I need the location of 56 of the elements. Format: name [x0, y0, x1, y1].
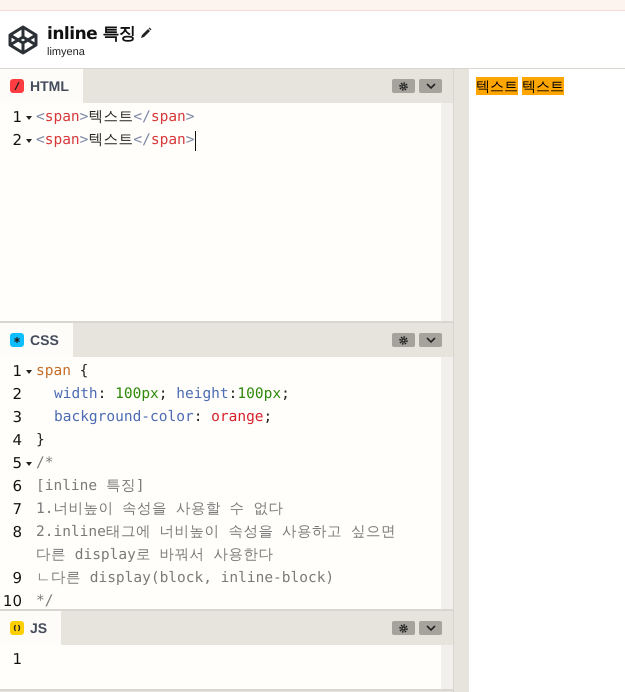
line-number: 1	[11, 361, 22, 382]
settings-icon	[398, 622, 409, 634]
code-line: /*	[36, 454, 54, 473]
line-number: 3	[11, 407, 22, 428]
settings-button[interactable]	[392, 621, 415, 635]
settings-icon	[398, 334, 409, 346]
language-icon	[10, 333, 24, 347]
code-line: <span>텍스트</span>	[36, 131, 195, 150]
settings-button[interactable]	[392, 333, 415, 347]
scrollbar-track[interactable]	[441, 103, 453, 321]
line-number: 4	[11, 430, 22, 451]
fold-arrow-icon[interactable]	[26, 370, 32, 374]
fold-arrow-icon[interactable]	[26, 139, 32, 143]
code-line: [inline 특징]	[36, 477, 145, 496]
code-line: span {	[36, 362, 88, 381]
chevron-down-icon	[424, 82, 436, 90]
chevron-down-icon	[424, 336, 436, 344]
line-number: 1	[11, 649, 22, 670]
code-line: }	[36, 431, 45, 450]
code-line: */	[36, 592, 54, 609]
dropdown-button[interactable]	[419, 79, 442, 93]
settings-button[interactable]	[392, 79, 415, 93]
editor-tab[interactable]: HTML	[0, 69, 83, 103]
preview-text: 텍스트	[522, 77, 564, 95]
fold-arrow-icon[interactable]	[26, 462, 32, 466]
line-number: 5	[11, 453, 22, 474]
fold-arrow-icon[interactable]	[26, 116, 32, 120]
language-icon	[10, 79, 24, 93]
scrollbar-track[interactable]	[441, 645, 453, 689]
language-icon	[10, 621, 24, 635]
line-number: 10	[2, 591, 22, 609]
line-number: 1	[11, 107, 22, 128]
pen-title: inline 특징	[47, 22, 136, 44]
line-number: 6	[11, 476, 22, 497]
code-line: background-color: orange;	[53, 408, 272, 427]
editor-tab[interactable]: CSS	[0, 323, 73, 357]
code-line: 2.inline태그에 너비높이 속성을 사용하고 싶으면 다른 display로 바꿔서 사용한다	[36, 523, 397, 565]
settings-icon	[398, 80, 409, 92]
line-number: 2	[11, 130, 22, 151]
chevron-down-icon	[424, 624, 436, 632]
line-number: 8	[11, 522, 22, 543]
code-line: <span>텍스트</span>	[36, 108, 195, 127]
dropdown-button[interactable]	[419, 621, 442, 635]
cube-logo-icon[interactable]	[7, 24, 39, 56]
code-line: ㄴ다른 display(block, inline-block)	[36, 569, 334, 588]
line-number: 7	[11, 499, 22, 520]
scrollbar-track[interactable]	[441, 357, 453, 609]
code-line: width: 100px; height:100px;	[53, 385, 290, 404]
dropdown-button[interactable]	[419, 333, 442, 347]
editor-tab[interactable]: JS	[0, 611, 62, 645]
line-number: 9	[11, 568, 22, 589]
author-name[interactable]: limyena	[47, 46, 152, 58]
pencil-icon[interactable]	[140, 27, 152, 39]
line-number: 2	[11, 384, 22, 405]
preview-text: 텍스트	[476, 77, 518, 95]
code-line: 1.너비높이 속성을 사용할 수 없다	[36, 500, 284, 519]
